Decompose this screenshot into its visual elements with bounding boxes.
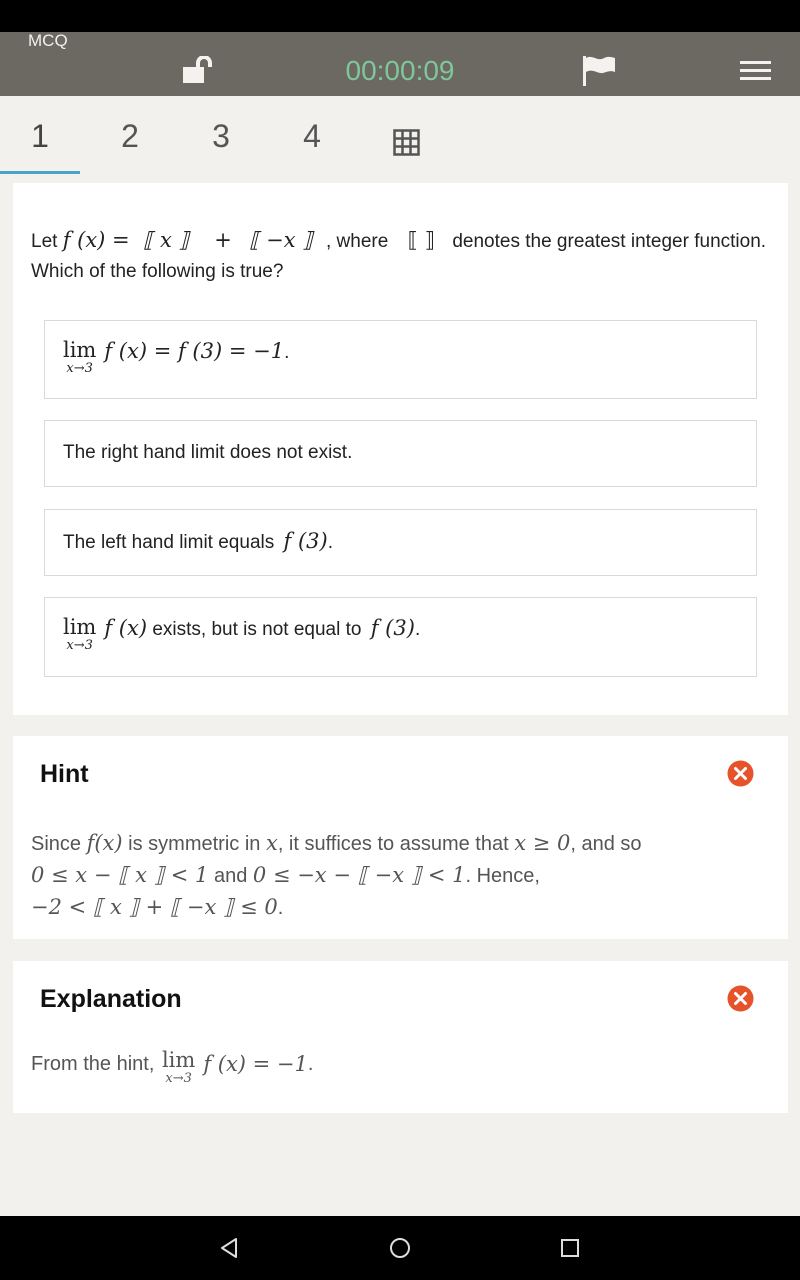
explanation-lead: From the hint,: [31, 1053, 155, 1075]
lim-subscript: x→3: [165, 1071, 192, 1086]
option-1-content: lim x→3 f (x) = f (3) = −1.: [63, 339, 289, 377]
hint-text: . Hence,: [465, 865, 540, 887]
option-3-tail: .: [327, 532, 333, 553]
back-icon[interactable]: [218, 1236, 242, 1265]
hint-math: x ≥ 0: [514, 831, 571, 855]
flag-icon[interactable]: [582, 55, 618, 92]
explanation-body: From the hint, lim x→3 f (x) = −1.: [31, 1049, 771, 1087]
question-where: , where: [325, 231, 389, 252]
option-3-content: The left hand limit equals f (3).: [63, 529, 333, 554]
active-tab-indicator: [0, 171, 80, 174]
question-denotes: denotes the greatest integer function. W…: [31, 231, 767, 282]
hint-title: Hint: [40, 760, 89, 788]
lim-word: lim: [161, 1048, 196, 1072]
option-3-text: The left hand limit equals: [63, 532, 275, 553]
question-text: Let f (x) = ⟦ x ⟧ + ⟦ −x ⟧ , where ⟦ ⟧ d…: [31, 225, 771, 287]
option-1-expr: f (x) = f (3) = −1: [104, 339, 285, 363]
close-icon[interactable]: [727, 985, 754, 1017]
option-4[interactable]: lim x→3 f (x) exists, but is not equal t…: [44, 597, 757, 677]
hint-card: Hint Since f(x) is symmetric in x, it su…: [13, 736, 788, 939]
hint-text: , and so: [570, 833, 642, 855]
explanation-card: Explanation From the hint, lim x→3 f (x)…: [13, 961, 788, 1113]
option-1[interactable]: lim x→3 f (x) = f (3) = −1.: [44, 320, 757, 399]
tab-3[interactable]: 3: [181, 96, 261, 174]
hint-line-1: Since f(x) is symmetric in x, it suffice…: [31, 828, 771, 860]
explanation-tail: .: [307, 1053, 314, 1075]
hint-text: .: [277, 897, 284, 919]
recent-apps-icon[interactable]: [561, 1239, 579, 1262]
tab-1[interactable]: 1: [0, 96, 80, 174]
lim-word: lim: [63, 338, 97, 362]
question-card: Let f (x) = ⟦ x ⟧ + ⟦ −x ⟧ , where ⟦ ⟧ d…: [13, 183, 788, 715]
hint-text: and: [213, 865, 248, 887]
hint-text: is symmetric in: [128, 833, 261, 855]
hint-text: , it suffices to assume that: [277, 833, 509, 855]
question-fx: f (x) =: [62, 228, 130, 252]
tab-2[interactable]: 2: [90, 96, 170, 174]
hint-math: −2 < ⟦ x ⟧ + ⟦ −x ⟧ ≤ 0: [31, 895, 278, 919]
hint-body: Since f(x) is symmetric in x, it suffice…: [31, 828, 771, 924]
hint-text: Since: [31, 833, 82, 855]
option-2[interactable]: The right hand limit does not exist.: [44, 420, 757, 487]
hint-line-3: −2 < ⟦ x ⟧ + ⟦ −x ⟧ ≤ 0.: [31, 892, 771, 924]
option-1-tail: .: [284, 342, 290, 363]
tab-4[interactable]: 4: [272, 96, 352, 174]
option-4-tail: .: [414, 619, 421, 640]
hint-math: 0 ≤ −x − ⟦ −x ⟧ < 1: [252, 863, 466, 887]
timer: 00:00:09: [345, 55, 455, 86]
lim-word: lim: [63, 615, 97, 639]
lim-subscript: x→3: [66, 361, 93, 376]
hint-math: f(x): [86, 831, 123, 855]
option-4-content: lim x→3 f (x) exists, but is not equal t…: [63, 616, 420, 654]
option-4-expr2: f (3): [370, 616, 415, 640]
question-floor-x: ⟦ x ⟧: [142, 228, 189, 252]
option-4-text: exists, but is not equal to: [152, 619, 362, 640]
explanation-title: Explanation: [40, 985, 182, 1013]
option-1-lim: lim x→3: [63, 339, 96, 377]
option-3[interactable]: The left hand limit equals f (3).: [44, 509, 757, 576]
menu-icon[interactable]: [740, 60, 772, 87]
status-bar: [0, 0, 800, 32]
hint-line-2: 0 ≤ x − ⟦ x ⟧ < 1 and 0 ≤ −x − ⟦ −x ⟧ < …: [31, 860, 771, 892]
question-lead: Let: [31, 231, 58, 252]
option-3-expr: f (3): [283, 529, 328, 553]
explanation-lim: lim x→3: [162, 1049, 195, 1087]
unlock-icon[interactable]: [180, 55, 216, 91]
hint-math: x: [265, 831, 278, 855]
close-icon[interactable]: [727, 760, 754, 792]
lim-subscript: x→3: [66, 638, 93, 653]
question-brackets: ⟦ ⟧: [407, 228, 436, 252]
app-title: MCQ: [28, 31, 68, 50]
option-4-lim: lim x→3: [63, 616, 96, 654]
option-4-expr: f (x): [104, 616, 148, 640]
option-2-text: The right hand limit does not exist.: [63, 442, 353, 463]
explanation-expr: f (x) = −1: [203, 1052, 308, 1076]
home-icon[interactable]: [389, 1237, 411, 1264]
hint-math: 0 ≤ x − ⟦ x ⟧ < 1: [31, 863, 209, 887]
question-plus: +: [214, 228, 232, 252]
grid-icon[interactable]: [393, 129, 421, 162]
question-floor-neg-x: ⟦ −x ⟧: [249, 228, 313, 252]
